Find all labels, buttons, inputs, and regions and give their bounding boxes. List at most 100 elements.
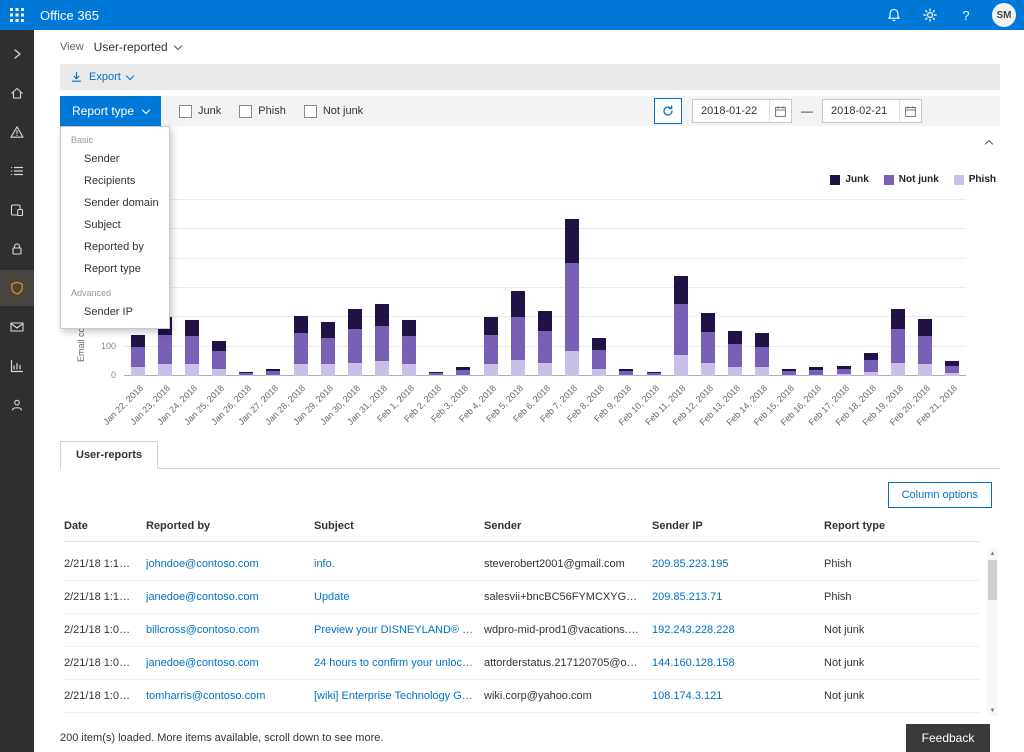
stacked-bar[interactable]	[565, 219, 579, 376]
sidebar-item-service-assurance[interactable]	[0, 387, 34, 423]
stacked-bar[interactable]	[185, 320, 199, 376]
start-date-value[interactable]: 2018-01-22	[693, 105, 769, 117]
stacked-bar[interactable]	[619, 369, 633, 376]
export-button[interactable]: Export	[70, 71, 133, 84]
scrollbar-down-arrow[interactable]: ▼	[987, 705, 998, 716]
tab-user-reports[interactable]: User-reports	[60, 441, 158, 469]
reported-by-link[interactable]: billcross@contoso.com	[146, 624, 314, 636]
filter-checkbox[interactable]: Phish	[239, 105, 286, 118]
sidebar-item-threat-management[interactable]	[0, 270, 34, 306]
report-type-button[interactable]: Report type	[60, 96, 161, 126]
sender-ip-link[interactable]: 144.160.128.158	[652, 657, 824, 669]
stacked-bar[interactable]	[538, 311, 552, 376]
menu-item[interactable]: Sender domain	[61, 192, 169, 214]
column-header[interactable]: Sender	[484, 520, 652, 532]
table-row[interactable]: 2/21/18 1:13 PMjanedoe@contoso.comUpdate…	[64, 581, 980, 614]
menu-item[interactable]: Subject	[61, 214, 169, 236]
stacked-bar[interactable]	[348, 309, 362, 376]
column-header[interactable]: Sender IP	[652, 520, 824, 532]
column-header[interactable]: Report type	[824, 520, 980, 532]
stacked-bar[interactable]	[891, 309, 905, 376]
stacked-bar[interactable]	[456, 367, 470, 376]
checkbox-box[interactable]	[304, 105, 317, 118]
stacked-bar[interactable]	[511, 291, 525, 376]
settings-button[interactable]	[920, 5, 940, 25]
refresh-button[interactable]	[654, 98, 682, 124]
reported-by-link[interactable]: tomharris@contoso.com	[146, 690, 314, 702]
sidebar-item-devices[interactable]	[0, 192, 34, 228]
stacked-bar[interactable]	[918, 319, 932, 376]
subject-link[interactable]: Preview your DISNEYLAND® Resort p...	[314, 624, 484, 636]
table-row[interactable]: 2/21/18 1:04 PMtomharris@contoso.com[wik…	[64, 680, 980, 713]
menu-item[interactable]: Sender IP	[61, 301, 169, 323]
stacked-bar[interactable]	[674, 276, 688, 376]
help-button[interactable]: ?	[956, 5, 976, 25]
start-date-calendar-button[interactable]	[769, 100, 791, 122]
stacked-bar[interactable]	[728, 331, 742, 376]
end-date-field[interactable]: 2018-02-21	[822, 99, 922, 123]
stacked-bar[interactable]	[484, 317, 498, 376]
sender-ip-link[interactable]: 108.174.3.121	[652, 690, 824, 702]
filter-checkbox[interactable]: Junk	[179, 105, 221, 118]
app-launcher-button[interactable]	[0, 0, 34, 30]
subject-link[interactable]: [wiki] Enterprise Technology Group >...	[314, 690, 484, 702]
collapse-chart-button[interactable]	[980, 135, 998, 149]
sidebar-item-policies[interactable]	[0, 153, 34, 189]
filter-checkbox[interactable]: Not junk	[304, 105, 363, 118]
end-date-value[interactable]: 2018-02-21	[823, 105, 899, 117]
stacked-bar[interactable]	[131, 335, 145, 376]
menu-item[interactable]: Reported by	[61, 236, 169, 258]
scrollbar-thumb[interactable]	[988, 560, 997, 600]
sidebar-item-reports[interactable]	[0, 348, 34, 384]
column-header[interactable]: Reported by	[146, 520, 314, 532]
stacked-bar[interactable]	[809, 367, 823, 376]
sidebar-expand-button[interactable]	[0, 36, 34, 72]
sidebar-item-permissions[interactable]	[0, 231, 34, 267]
column-options-button[interactable]: Column options	[888, 482, 992, 508]
feedback-button[interactable]: Feedback	[906, 724, 990, 752]
stacked-bar[interactable]	[864, 353, 878, 376]
stacked-bar[interactable]	[945, 361, 959, 376]
subject-link[interactable]: Update	[314, 591, 484, 603]
menu-item[interactable]: Sender	[61, 148, 169, 170]
reported-by-link[interactable]: janedoe@contoso.com	[146, 657, 314, 669]
table-scrollbar[interactable]: ▲ ▼	[987, 548, 998, 716]
sidebar-item-home[interactable]	[0, 75, 34, 111]
stacked-bar[interactable]	[429, 372, 443, 376]
stacked-bar[interactable]	[755, 333, 769, 376]
table-row[interactable]: 2/21/18 1:05 PMjanedoe@contoso.com24 hou…	[64, 647, 980, 680]
table-row[interactable]: 2/21/18 1:07 PMbillcross@contoso.comPrev…	[64, 614, 980, 647]
sidebar-item-mail-flow[interactable]	[0, 309, 34, 345]
table-row[interactable]: 2/21/18 1:17 PMjohndoe@contoso.cominfo.s…	[64, 548, 980, 581]
stacked-bar[interactable]	[212, 341, 226, 376]
sender-ip-link[interactable]: 209.85.213.71	[652, 591, 824, 603]
reported-by-link[interactable]: janedoe@contoso.com	[146, 591, 314, 603]
menu-item[interactable]: Recipients	[61, 170, 169, 192]
avatar[interactable]: SM	[992, 3, 1016, 27]
stacked-bar[interactable]	[239, 372, 253, 376]
notifications-button[interactable]	[884, 5, 904, 25]
view-selector[interactable]: User-reported	[94, 40, 181, 54]
stacked-bar[interactable]	[592, 338, 606, 376]
checkbox-box[interactable]	[179, 105, 192, 118]
subject-link[interactable]: 24 hours to confirm your unlock requ...	[314, 657, 484, 669]
stacked-bar[interactable]	[321, 322, 335, 376]
stacked-bar[interactable]	[837, 366, 851, 376]
stacked-bar[interactable]	[782, 369, 796, 376]
scrollbar-up-arrow[interactable]: ▲	[987, 548, 998, 559]
column-header[interactable]: Subject	[314, 520, 484, 532]
stacked-bar[interactable]	[647, 372, 661, 376]
stacked-bar[interactable]	[402, 320, 416, 376]
sidebar-item-alerts[interactable]	[0, 114, 34, 150]
end-date-calendar-button[interactable]	[899, 100, 921, 122]
sender-ip-link[interactable]: 192.243.228.228	[652, 624, 824, 636]
column-header[interactable]: Date	[64, 520, 146, 532]
menu-item[interactable]: Report type	[61, 258, 169, 280]
subject-link[interactable]: info.	[314, 558, 484, 570]
stacked-bar[interactable]	[266, 369, 280, 376]
stacked-bar[interactable]	[375, 304, 389, 376]
reported-by-link[interactable]: johndoe@contoso.com	[146, 558, 314, 570]
stacked-bar[interactable]	[294, 316, 308, 376]
start-date-field[interactable]: 2018-01-22	[692, 99, 792, 123]
checkbox-box[interactable]	[239, 105, 252, 118]
